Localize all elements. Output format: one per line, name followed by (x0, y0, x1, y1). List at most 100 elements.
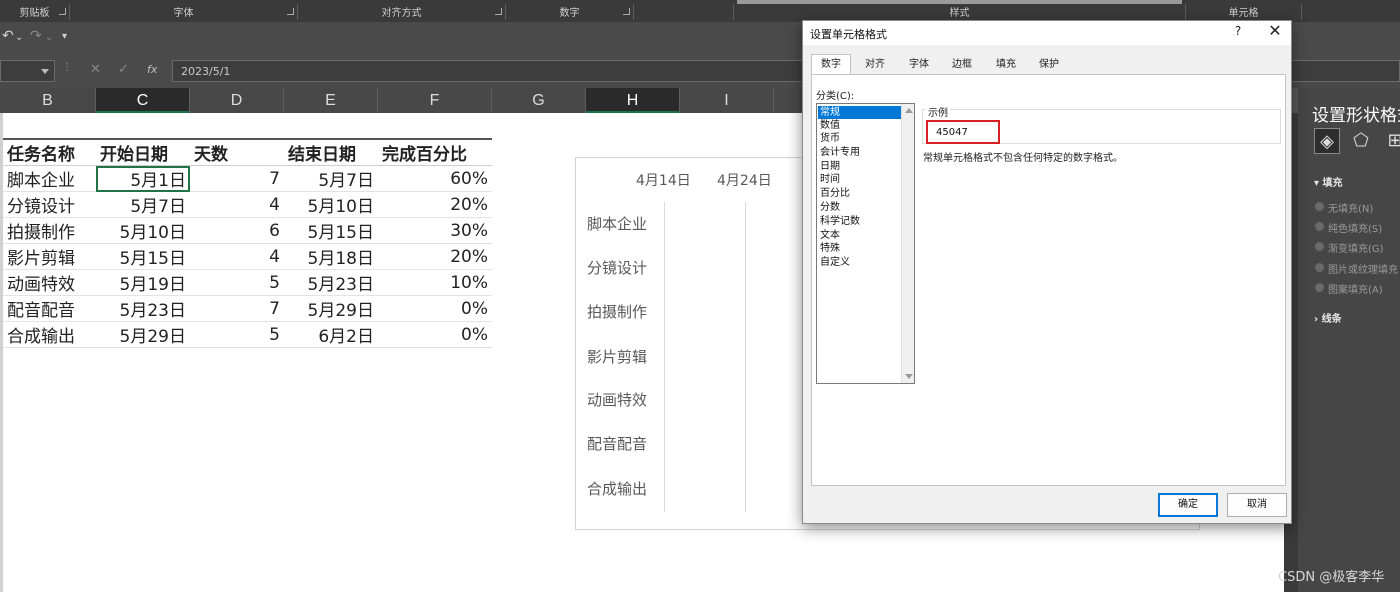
ok-button[interactable]: 确定 (1158, 493, 1218, 517)
days-cell[interactable]: 4 (190, 243, 284, 270)
column-header[interactable]: F (378, 88, 492, 113)
task-cell[interactable]: 脚本企业 (3, 165, 96, 192)
tab-alignment[interactable]: 对齐 (855, 54, 895, 75)
start-date-cell[interactable]: 5月7日 (96, 191, 190, 218)
fill-option-radio[interactable]: 图片或纹理填充 (1315, 261, 1398, 276)
pct-cell[interactable]: 60% (378, 165, 492, 192)
category-item[interactable]: 文本 (818, 229, 902, 242)
end-date-cell[interactable]: 5月23日 (284, 269, 378, 296)
column-header[interactable]: G (492, 88, 586, 113)
undo-dropdown-icon[interactable]: ⌄ (15, 32, 23, 43)
scroll-up-icon[interactable] (905, 108, 913, 113)
effects-icon[interactable]: ⬠ (1348, 128, 1374, 154)
category-list[interactable]: 常规 数值 货币 会计专用 日期 时间 百分比 分数 科学记数 文本 特殊 自定… (816, 103, 915, 384)
header-task-name[interactable]: 任务名称 (3, 138, 96, 166)
tab-protection[interactable]: 保护 (1029, 54, 1069, 75)
tab-number[interactable]: 数字 (811, 54, 851, 76)
task-cell[interactable]: 动画特效 (3, 269, 96, 296)
dialog-launcher-icon[interactable] (59, 8, 66, 15)
category-item[interactable]: 分数 (818, 201, 902, 214)
start-date-cell[interactable]: 5月15日 (96, 243, 190, 270)
category-item[interactable]: 百分比 (818, 187, 902, 200)
fill-option-radio[interactable]: 无填充(N) (1314, 200, 1373, 215)
header-start-date[interactable]: 开始日期 (96, 138, 190, 166)
days-cell[interactable]: 7 (190, 165, 284, 192)
pct-cell[interactable]: 10% (378, 269, 492, 296)
scroll-down-icon[interactable] (905, 374, 913, 379)
fill-line-icon[interactable]: ◈ (1314, 128, 1340, 154)
category-scrollbar[interactable] (901, 104, 914, 383)
cancel-button[interactable]: 取消 (1227, 493, 1287, 517)
pct-cell[interactable]: 0% (378, 321, 492, 348)
watermark: CSDN @极客李华 (1278, 570, 1385, 585)
cancel-icon[interactable]: ✕ (90, 62, 101, 77)
help-icon[interactable]: ? (1230, 24, 1246, 38)
start-date-cell-active[interactable]: 5月1日 (96, 165, 190, 192)
category-item[interactable]: 自定义 (818, 256, 902, 269)
close-icon[interactable]: ✕ (1265, 21, 1285, 40)
column-header[interactable]: B (0, 88, 96, 113)
redo-icon[interactable]: ↷ (30, 28, 42, 44)
start-date-cell[interactable]: 5月10日 (96, 217, 190, 244)
category-item[interactable]: 日期 (818, 160, 902, 173)
start-date-cell[interactable]: 5月19日 (96, 269, 190, 296)
task-cell[interactable]: 分镜设计 (3, 191, 96, 218)
insert-function-icon[interactable]: fx (147, 63, 157, 76)
days-cell[interactable]: 5 (190, 269, 284, 296)
dialog-launcher-icon[interactable] (495, 8, 502, 15)
start-date-cell[interactable]: 5月29日 (96, 321, 190, 348)
category-item[interactable]: 货币 (818, 132, 902, 145)
task-cell[interactable]: 配音配音 (3, 295, 96, 322)
redo-dropdown-icon[interactable]: ⌄ (45, 32, 53, 43)
days-cell[interactable]: 6 (190, 217, 284, 244)
category-item[interactable]: 特殊 (818, 242, 902, 255)
chevron-down-icon[interactable] (41, 69, 49, 74)
start-date-cell[interactable]: 5月23日 (96, 295, 190, 322)
end-date-cell[interactable]: 6月2日 (284, 321, 378, 348)
undo-icon[interactable]: ↶ (2, 28, 14, 44)
dialog-launcher-icon[interactable] (287, 8, 294, 15)
task-cell[interactable]: 合成输出 (3, 321, 96, 348)
dialog-titlebar[interactable]: 设置单元格格式 ? ✕ (803, 21, 1291, 45)
days-cell[interactable]: 5 (190, 321, 284, 348)
column-header[interactable]: E (284, 88, 378, 113)
task-cell[interactable]: 拍摄制作 (3, 217, 96, 244)
category-item-selected[interactable]: 常规 (818, 106, 902, 119)
days-cell[interactable]: 7 (190, 295, 284, 322)
fill-option-radio[interactable]: 纯色填充(S) (1314, 220, 1382, 235)
line-section-toggle[interactable]: › 线条 (1314, 310, 1342, 325)
end-date-cell[interactable]: 5月7日 (284, 165, 378, 192)
end-date-cell[interactable]: 5月29日 (284, 295, 378, 322)
column-header[interactable]: I (680, 88, 774, 113)
pct-cell[interactable]: 0% (378, 295, 492, 322)
tab-font[interactable]: 字体 (899, 54, 939, 75)
category-item[interactable]: 时间 (818, 173, 902, 186)
column-header-selected[interactable]: C (96, 88, 190, 113)
end-date-cell[interactable]: 5月10日 (284, 191, 378, 218)
fill-option-radio[interactable]: 图案填充(A) (1315, 281, 1383, 296)
category-item[interactable]: 科学记数 (818, 215, 902, 228)
pct-cell[interactable]: 20% (378, 191, 492, 218)
size-properties-icon[interactable]: ⊞ (1382, 128, 1400, 154)
column-header[interactable]: D (190, 88, 284, 113)
column-header-selected[interactable]: H (586, 88, 680, 113)
pct-cell[interactable]: 20% (378, 243, 492, 270)
customize-toolbar-icon[interactable]: ▾ (62, 31, 67, 42)
end-date-cell[interactable]: 5月18日 (284, 243, 378, 270)
days-cell[interactable]: 4 (190, 191, 284, 218)
enter-icon[interactable]: ✓ (118, 62, 129, 77)
fill-option-radio[interactable]: 渐变填充(G) (1315, 240, 1384, 255)
tab-fill[interactable]: 填充 (986, 54, 1026, 75)
pct-cell[interactable]: 30% (378, 217, 492, 244)
end-date-cell[interactable]: 5月15日 (284, 217, 378, 244)
task-cell[interactable]: 影片剪辑 (3, 243, 96, 270)
header-days[interactable]: 天数 (190, 138, 284, 166)
category-item[interactable]: 数值 (818, 119, 902, 132)
header-end-date[interactable]: 结束日期 (284, 138, 378, 166)
dialog-launcher-icon[interactable] (623, 8, 630, 15)
name-box[interactable] (0, 60, 55, 82)
header-complete-pct[interactable]: 完成百分比 (378, 138, 492, 166)
tab-border[interactable]: 边框 (942, 54, 982, 75)
fill-section-toggle[interactable]: ▾ 填充 (1314, 174, 1343, 189)
category-item[interactable]: 会计专用 (818, 146, 902, 159)
